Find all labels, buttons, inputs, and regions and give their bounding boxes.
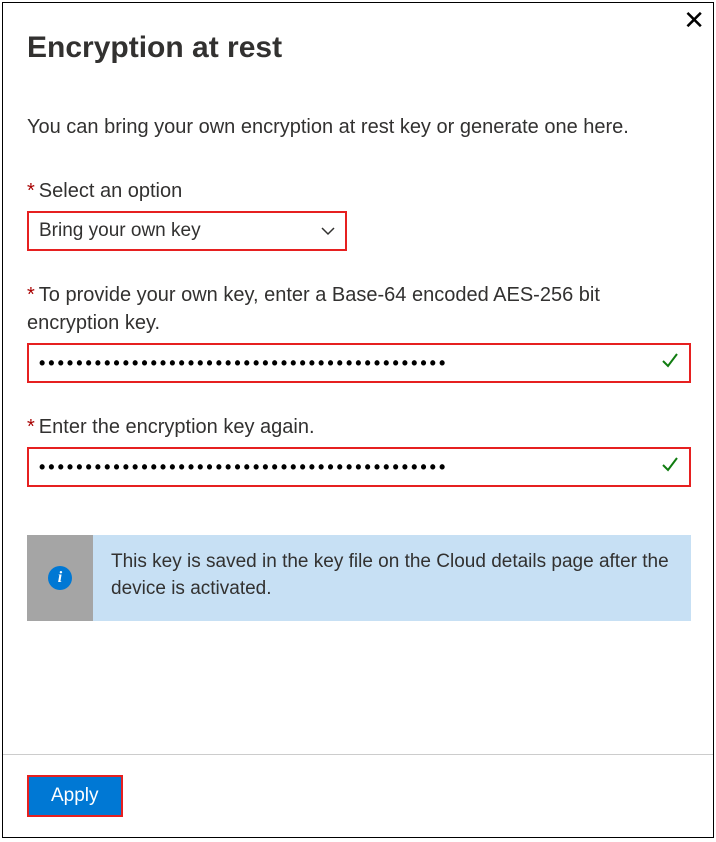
select-option-label: *Select an option bbox=[27, 177, 689, 205]
page-title: Encryption at rest bbox=[27, 31, 689, 65]
encryption-panel: ✕ Encryption at rest You can bring your … bbox=[2, 2, 714, 838]
key-confirm-field: *Enter the encryption key again. •••••••… bbox=[27, 413, 689, 487]
key-input[interactable]: ••••••••••••••••••••••••••••••••••••••••… bbox=[27, 343, 691, 383]
description-text: You can bring your own encryption at res… bbox=[27, 113, 689, 141]
apply-button[interactable]: Apply bbox=[29, 777, 121, 815]
panel-content: Encryption at rest You can bring your ow… bbox=[3, 3, 713, 754]
panel-footer: Apply bbox=[3, 754, 713, 837]
apply-wrap: Apply bbox=[27, 775, 123, 817]
info-message: This key is saved in the key file on the… bbox=[93, 535, 691, 621]
select-wrap: Bring your own key bbox=[27, 211, 347, 251]
select-option-field: *Select an option Bring your own key bbox=[27, 177, 689, 251]
info-icon-column: i bbox=[27, 535, 93, 621]
chevron-down-icon bbox=[321, 223, 335, 239]
required-mark: * bbox=[27, 284, 35, 306]
label-text: Select an option bbox=[39, 180, 182, 202]
key-confirm-input[interactable]: ••••••••••••••••••••••••••••••••••••••••… bbox=[27, 447, 691, 487]
masked-value: ••••••••••••••••••••••••••••••••••••••••… bbox=[39, 457, 653, 478]
option-select[interactable]: Bring your own key bbox=[39, 213, 335, 249]
select-value: Bring your own key bbox=[39, 220, 201, 242]
label-text: To provide your own key, enter a Base-64… bbox=[27, 284, 600, 334]
label-text: Enter the encryption key again. bbox=[39, 416, 315, 438]
required-mark: * bbox=[27, 180, 35, 202]
masked-value: ••••••••••••••••••••••••••••••••••••••••… bbox=[39, 353, 653, 374]
info-box: i This key is saved in the key file on t… bbox=[27, 535, 691, 621]
key-input-label: *To provide your own key, enter a Base-6… bbox=[27, 281, 689, 337]
check-icon bbox=[661, 351, 679, 375]
key-input-field: *To provide your own key, enter a Base-6… bbox=[27, 281, 689, 383]
required-mark: * bbox=[27, 416, 35, 438]
key-confirm-label: *Enter the encryption key again. bbox=[27, 413, 689, 441]
close-icon[interactable]: ✕ bbox=[683, 7, 705, 33]
info-icon: i bbox=[48, 566, 72, 590]
check-icon bbox=[661, 455, 679, 479]
